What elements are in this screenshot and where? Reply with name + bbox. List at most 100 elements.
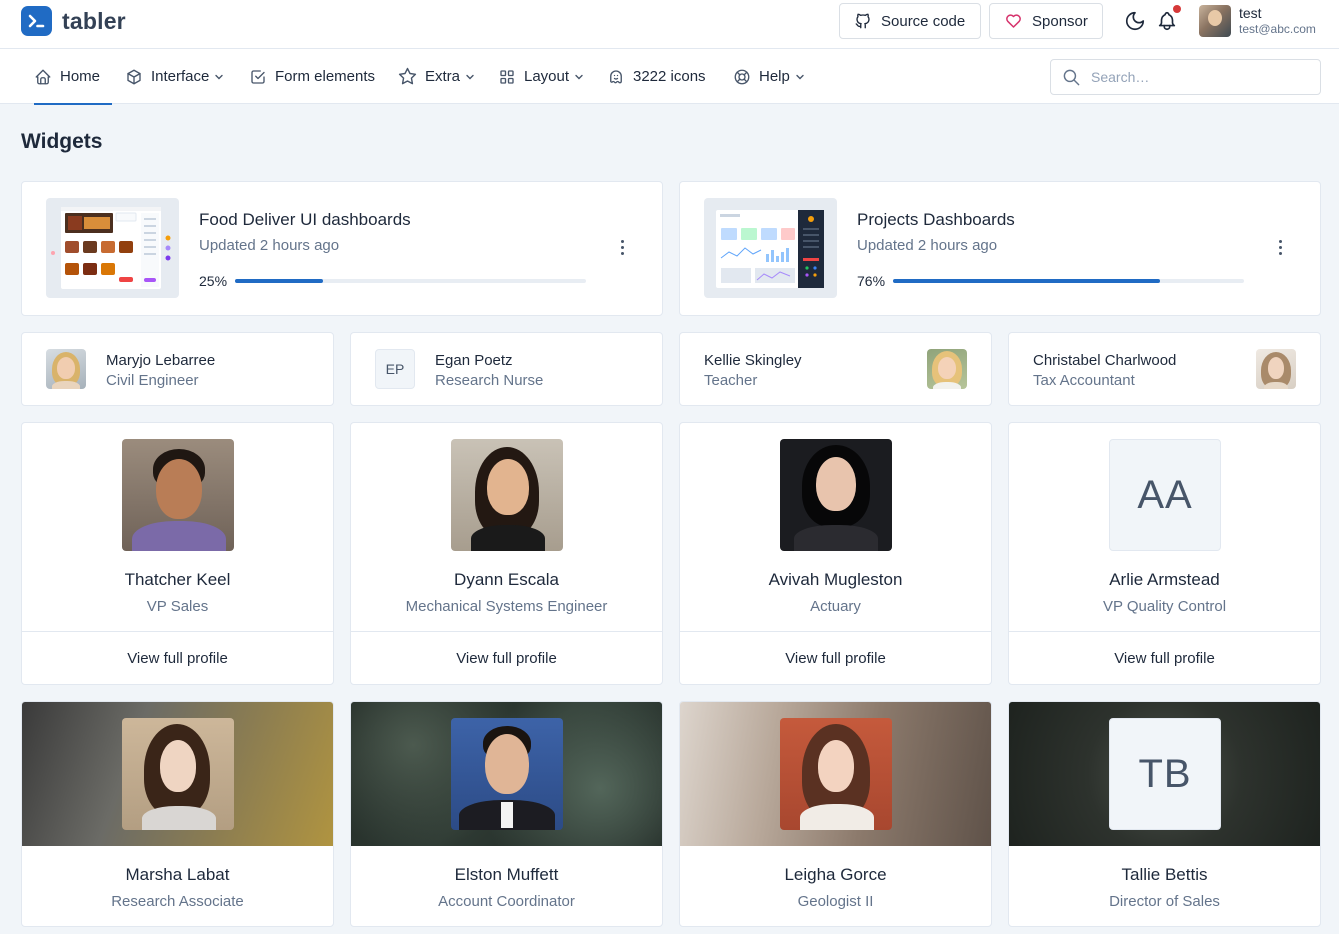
person-role: Research Nurse <box>435 372 544 389</box>
profile-name: Arlie Armstead <box>1109 570 1220 589</box>
page-title: Widgets <box>21 130 103 153</box>
dashboard-updated: Updated 2 hours ago <box>857 237 998 254</box>
person-role: Civil Engineer <box>106 372 199 389</box>
avatar <box>927 349 967 389</box>
terminal-icon <box>21 6 52 36</box>
chevron-down-icon <box>575 74 583 79</box>
person-card[interactable]: Kellie Skingley Teacher <box>679 332 992 406</box>
user-name: test <box>1239 5 1262 21</box>
profile-role: Director of Sales <box>1109 893 1220 910</box>
source-code-label: Source code <box>881 12 966 30</box>
nav-label: Home <box>60 68 101 85</box>
source-code-button[interactable]: Source code <box>839 3 981 39</box>
user-avatar <box>1199 5 1231 37</box>
profile-card: AA Arlie Armstead VP Quality Control Vie… <box>1008 422 1321 685</box>
cover-profile-card: Leigha Gorce Geologist II <box>679 701 992 927</box>
avatar <box>780 718 892 830</box>
profile-name: Marsha Labat <box>125 865 230 884</box>
search-icon <box>1063 69 1080 86</box>
profile-role: Actuary <box>810 598 861 615</box>
nav-layout[interactable]: Layout <box>498 49 584 104</box>
dashboard-title: Food Deliver UI dashboards <box>199 210 411 229</box>
progress-percent: 76% <box>857 273 886 289</box>
github-icon <box>855 13 870 29</box>
heart-icon <box>1006 14 1021 28</box>
view-profile-button[interactable]: View full profile <box>22 631 333 684</box>
avatar <box>122 718 234 830</box>
cover-profile-card: Marsha Labat Research Associate <box>21 701 334 927</box>
profile-name: Avivah Mugleston <box>768 570 903 589</box>
dashboard-updated: Updated 2 hours ago <box>199 237 340 254</box>
nav-form-elements[interactable]: Form elements <box>249 49 375 104</box>
person-name: Kellie Skingley <box>704 352 802 369</box>
dashboard-thumbnail <box>704 198 837 298</box>
dashboard-card-projects: Projects Dashboards Updated 2 hours ago … <box>679 181 1321 316</box>
sponsor-button[interactable]: Sponsor <box>989 3 1103 39</box>
lifebuoy-icon <box>734 69 750 84</box>
view-profile-button[interactable]: View full profile <box>351 631 662 684</box>
more-vertical-icon[interactable] <box>1277 240 1283 258</box>
search-box[interactable] <box>1050 59 1321 95</box>
moon-icon[interactable] <box>1124 10 1146 32</box>
dashboard-thumbnail <box>46 198 179 298</box>
user-menu[interactable]: test test@abc.com <box>1199 5 1316 37</box>
user-email: test@abc.com <box>1239 22 1316 36</box>
profile-name: Leigha Gorce <box>784 865 887 884</box>
chevron-down-icon <box>466 74 474 79</box>
progress-percent: 25% <box>199 273 228 289</box>
brand-logo[interactable]: tabler <box>21 6 126 36</box>
avatar-initials: EP <box>375 349 415 389</box>
progress-bar <box>235 279 586 283</box>
brand-name: tabler <box>62 7 126 34</box>
profile-name: Dyann Escala <box>454 570 559 589</box>
ghost-icon <box>610 69 622 83</box>
view-profile-button[interactable]: View full profile <box>1009 631 1320 684</box>
home-icon <box>35 69 51 84</box>
nav-extra[interactable]: Extra <box>398 49 475 104</box>
dashboard-title: Projects Dashboards <box>857 210 1015 229</box>
star-icon <box>398 67 417 85</box>
avatar <box>451 439 563 551</box>
view-profile-button[interactable]: View full profile <box>680 631 991 684</box>
person-name: Maryjo Lebarree <box>106 352 216 369</box>
profile-name: Tallie Bettis <box>1121 865 1208 884</box>
dashboard-card-food: Food Deliver UI dashboards Updated 2 hou… <box>21 181 663 316</box>
person-role: Teacher <box>704 372 758 389</box>
package-icon <box>127 69 141 84</box>
nav-help[interactable]: Help <box>733 49 805 104</box>
progress-fill <box>235 279 323 283</box>
nav-label: Interface <box>151 68 210 85</box>
chevron-down-icon <box>796 74 804 79</box>
chevron-down-icon <box>215 74 224 79</box>
avatar <box>780 439 892 551</box>
progress-fill <box>893 279 1160 283</box>
progress-bar <box>893 279 1244 283</box>
bell-icon[interactable] <box>1156 10 1178 32</box>
person-card[interactable]: Christabel Charlwood Tax Accountant <box>1008 332 1321 406</box>
person-name: Egan Poetz <box>435 352 513 369</box>
top-header: tabler Source code Sponsor test test@abc… <box>0 0 1339 49</box>
checkbox-icon <box>251 69 265 84</box>
profile-role: Mechanical Systems Engineer <box>405 598 608 615</box>
profile-role: VP Sales <box>146 598 209 615</box>
more-vertical-icon[interactable] <box>619 240 625 258</box>
profile-role: Account Coordinator <box>438 893 575 910</box>
nav-home[interactable]: Home <box>34 49 113 105</box>
person-card[interactable]: Maryjo Lebarree Civil Engineer <box>21 332 334 406</box>
profile-card: Thatcher Keel VP Sales View full profile <box>21 422 334 685</box>
sponsor-label: Sponsor <box>1032 12 1088 30</box>
avatar <box>122 439 234 551</box>
avatar <box>46 349 86 389</box>
avatar-initials: TB <box>1109 718 1221 830</box>
person-role: Tax Accountant <box>1033 372 1135 389</box>
person-card[interactable]: EP Egan Poetz Research Nurse <box>350 332 663 406</box>
layout-grid-icon <box>500 69 514 84</box>
nav-label: Form elements <box>275 68 376 85</box>
profile-role: VP Quality Control <box>1102 598 1227 615</box>
person-name: Christabel Charlwood <box>1033 352 1177 369</box>
cover-profile-card: Elston Muffett Account Coordinator <box>350 701 663 927</box>
search-input[interactable] <box>1091 60 1311 94</box>
nav-interface[interactable]: Interface <box>125 49 224 104</box>
nav-icons[interactable]: 3222 icons <box>607 49 706 104</box>
profile-card: Avivah Mugleston Actuary View full profi… <box>679 422 992 685</box>
